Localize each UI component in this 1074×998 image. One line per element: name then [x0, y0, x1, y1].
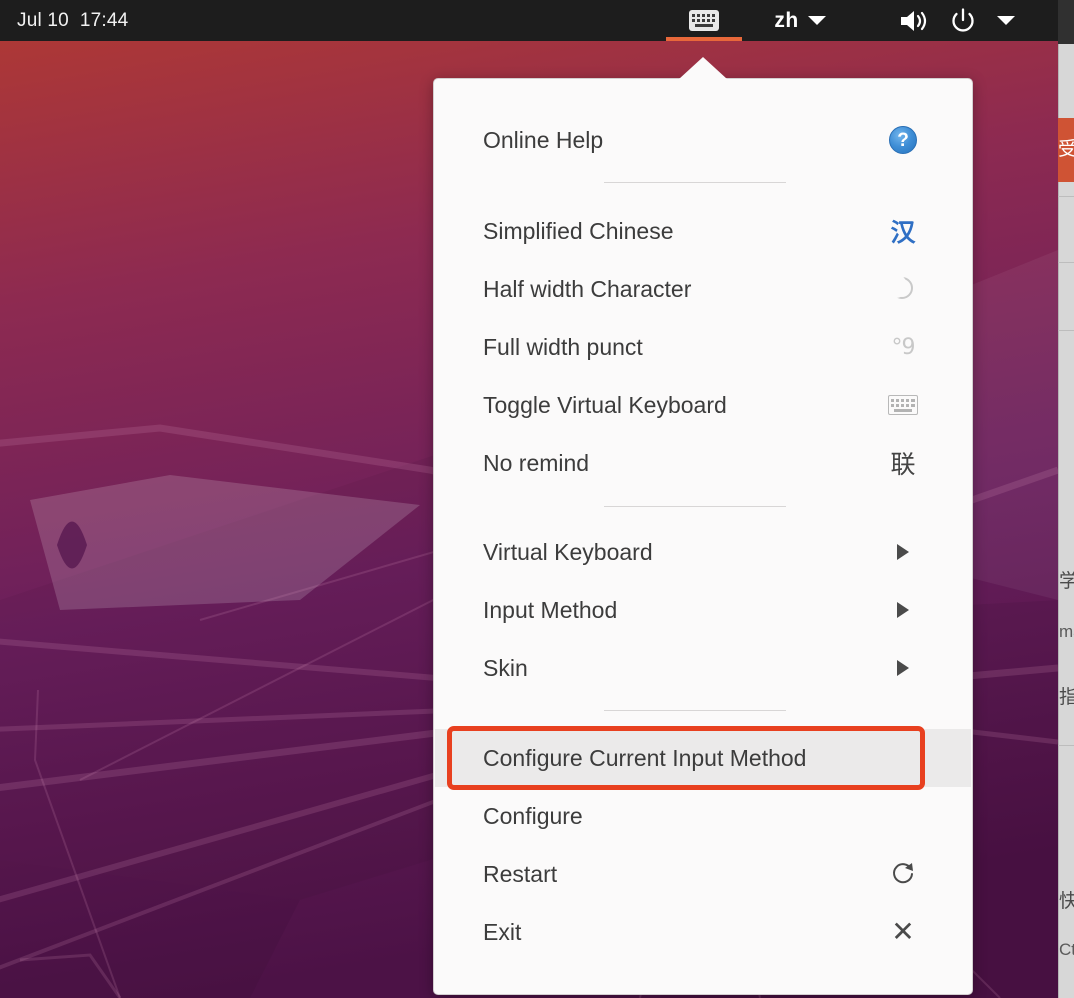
menu-item-simplified-chinese[interactable]: Simplified Chinese 汉 — [435, 202, 971, 260]
background-window-text: Ct — [1059, 940, 1074, 959]
menu-pointer-arrow — [679, 57, 727, 79]
menu-item-label: Exit — [483, 918, 522, 945]
menu-item-online-help[interactable]: Online Help ? — [435, 111, 971, 169]
background-window-text: 快 — [1059, 891, 1074, 912]
chevron-down-icon — [807, 16, 826, 25]
menu-separator — [604, 710, 786, 711]
submenu-arrow-icon — [897, 544, 909, 560]
tray-keyboard-indicator[interactable] — [666, 0, 742, 41]
menu-item-icon-slot — [875, 523, 931, 581]
menu-item-label: Half width Character — [483, 275, 692, 302]
close-icon: ✕ — [891, 915, 915, 948]
menu-item-exit[interactable]: Exit ✕ — [435, 903, 971, 961]
tray-system-menu[interactable] — [872, 0, 1042, 41]
power-icon — [952, 7, 974, 32]
background-window-text: ma — [1059, 622, 1074, 641]
menu-item-icon-slot: °9 — [875, 318, 931, 376]
menu-item-input-method[interactable]: Input Method — [435, 581, 971, 639]
language-label: zh — [774, 8, 799, 32]
menu-item-icon-slot — [875, 260, 931, 318]
tray-language-indicator[interactable]: zh — [752, 0, 848, 41]
background-window-titlebar — [1058, 0, 1074, 44]
menu-item-label: Skin — [483, 654, 528, 681]
submenu-arrow-icon — [897, 660, 909, 676]
menu-item-label: Simplified Chinese — [483, 217, 674, 244]
menu-item-label: Configure Current Input Method — [483, 744, 807, 771]
menu-item-icon-slot: ? — [875, 111, 931, 169]
keyboard-icon — [888, 395, 918, 415]
background-window-sliver[interactable]: 受 学 ma 指 快 Ct — [1058, 0, 1074, 998]
menu-separator — [604, 182, 786, 183]
menu-item-label: Input Method — [483, 596, 618, 623]
input-method-context-menu: Online Help ? Simplified Chinese 汉 Half … — [433, 78, 973, 995]
submenu-arrow-icon — [897, 602, 909, 618]
restart-icon — [893, 863, 913, 884]
background-window-body — [1058, 44, 1074, 998]
menu-item-restart[interactable]: Restart — [435, 845, 971, 903]
menu-item-half-width-character[interactable]: Half width Character — [435, 260, 971, 318]
menu-item-icon-slot: ✕ — [875, 903, 931, 961]
menu-item-icon-slot — [875, 639, 931, 697]
menu-item-label: Virtual Keyboard — [483, 538, 653, 565]
menu-item-virtual-keyboard[interactable]: Virtual Keyboard — [435, 523, 971, 581]
background-window-divider — [1058, 196, 1074, 197]
keyboard-icon — [689, 10, 719, 31]
menu-item-no-remind[interactable]: No remind 联 — [435, 434, 971, 492]
menu-item-label: Full width punct — [483, 333, 643, 360]
menu-item-label: Restart — [483, 860, 558, 887]
menu-item-icon-slot — [875, 376, 931, 434]
menu-item-label: Online Help — [483, 126, 604, 153]
menu-item-label: Configure — [483, 802, 583, 829]
menu-item-full-width-punct[interactable]: Full width punct °9 — [435, 318, 971, 376]
chevron-down-icon — [997, 16, 1015, 25]
menu-item-icon-slot: 汉 — [875, 202, 931, 260]
menu-item-icon-slot: 联 — [875, 434, 931, 492]
menu-item-label: No remind — [483, 449, 590, 476]
background-window-text: 学 — [1059, 571, 1074, 592]
menu-item-skin[interactable]: Skin — [435, 639, 971, 697]
menu-item-configure-current-input-method[interactable]: Configure Current Input Method — [435, 729, 971, 787]
menu-item-icon-slot — [875, 845, 931, 903]
menu-item-configure[interactable]: Configure — [435, 787, 971, 845]
top-panel: Jul 10 17:44 zh — [0, 0, 1058, 41]
background-window-divider — [1058, 262, 1074, 263]
background-window-text: 指 — [1059, 687, 1074, 708]
menu-separator — [604, 506, 786, 507]
menu-item-label: Toggle Virtual Keyboard — [483, 391, 727, 418]
clock[interactable]: Jul 10 17:44 — [17, 10, 128, 32]
menu-item-icon-slot — [875, 581, 931, 639]
hanzi-lian-icon: 联 — [890, 451, 916, 479]
hanzi-han-icon: 汉 — [890, 219, 916, 247]
background-window-divider — [1058, 330, 1074, 331]
moon-icon — [885, 274, 915, 301]
background-window-divider — [1058, 745, 1074, 746]
screen-root: 受 学 ma 指 快 Ct Jul 10 17:44 — [0, 0, 1074, 998]
help-circle-icon: ? — [889, 126, 917, 154]
menu-item-toggle-virtual-keyboard[interactable]: Toggle Virtual Keyboard — [435, 376, 971, 434]
punctuation-icon: °9 — [891, 334, 916, 360]
background-window-accent-row: 受 — [1058, 118, 1074, 182]
volume-icon — [901, 10, 927, 31]
